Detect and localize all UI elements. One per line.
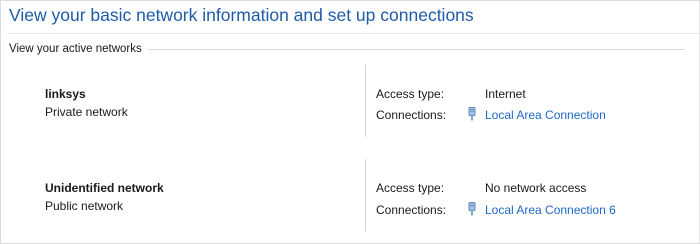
network-item-unidentified: Unidentified network Public network Acce… [1,159,699,231]
access-type-label: Access type: [376,181,445,195]
access-type-value: No network access [485,181,587,195]
access-type-label: Access type: [376,87,445,101]
connections-label: Connections: [376,108,447,122]
access-type-value: Internet [485,87,526,101]
network-category-link[interactable]: Private network [45,105,128,119]
network-sharing-panel: View your basic network information and … [0,0,700,244]
title-divider [7,33,699,34]
network-column-divider [365,159,366,231]
connection-link[interactable]: Local Area Connection [485,108,606,122]
network-category-link[interactable]: Public network [45,199,123,213]
section-divider [147,48,685,50]
active-networks-header: View your active networks [9,43,699,55]
active-networks-label: View your active networks [9,43,142,55]
connection-link[interactable]: Local Area Connection 6 [485,203,616,217]
network-name: Unidentified network [45,181,164,195]
connections-label: Connections: [376,203,447,217]
network-item-linksys: linksys Private network Access type: Int… [1,65,699,137]
network-column-divider [365,65,366,137]
network-name: linksys [45,87,86,101]
page-title: View your basic network information and … [9,5,474,25]
ethernet-plug-icon[interactable] [467,202,477,216]
ethernet-plug-icon[interactable] [467,107,477,121]
